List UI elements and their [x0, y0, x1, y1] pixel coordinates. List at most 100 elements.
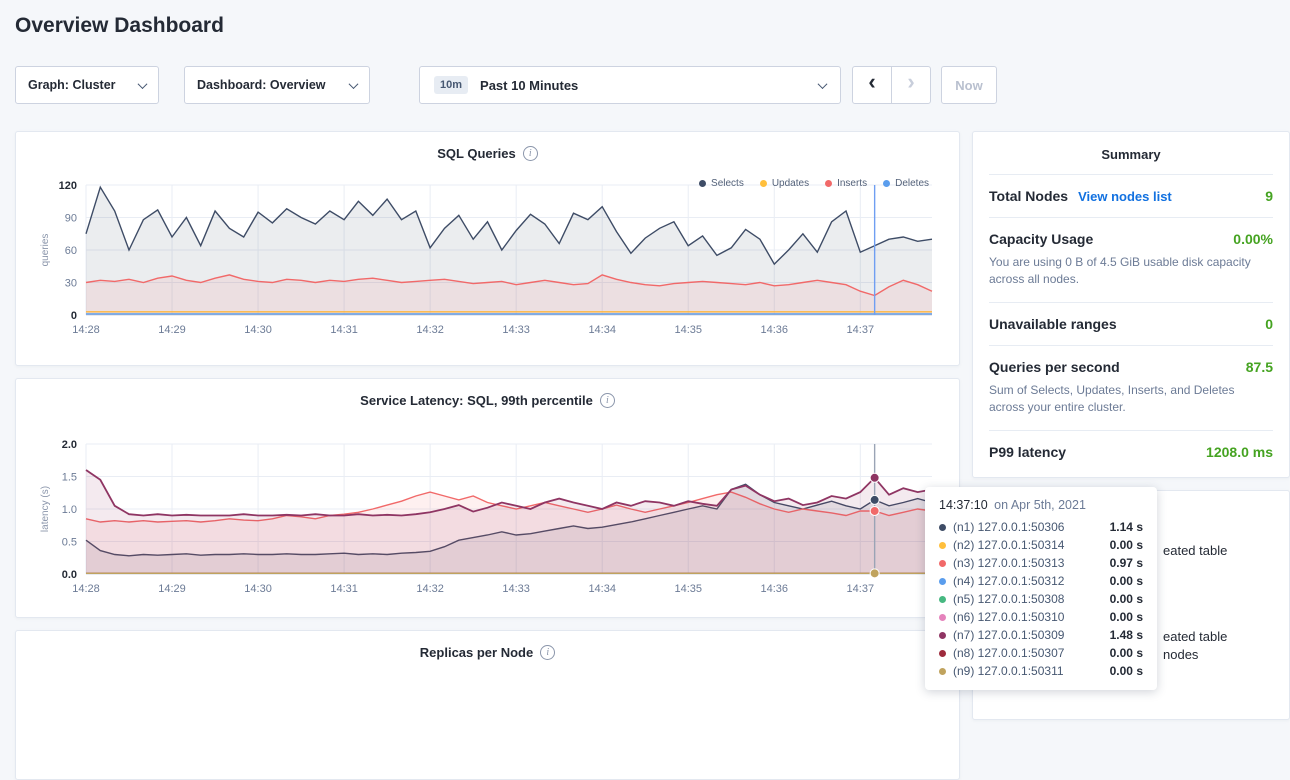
- summary-row-value: 0: [1265, 316, 1273, 332]
- y-axis-tick: 120: [59, 180, 77, 192]
- event-text-fragment[interactable]: nodes: [1163, 647, 1198, 662]
- node-color-dot-icon: [939, 614, 946, 621]
- tooltip-node-label: (n7) 127.0.0.1:50309: [953, 628, 1064, 642]
- tooltip-node-label: (n8) 127.0.0.1:50307: [953, 646, 1064, 660]
- tooltip-row: (n8) 127.0.0.1:50307 0.00 s: [939, 646, 1143, 660]
- node-color-dot-icon: [939, 650, 946, 657]
- legend-dot-icon: [699, 180, 706, 187]
- y-axis-tick: 1.5: [62, 472, 77, 484]
- charts-column: SQL Queries i Selects Updates Inserts Delet…: [15, 131, 960, 780]
- x-axis-tick: 14:37: [847, 324, 875, 336]
- crosshair-dot-icon: [870, 569, 879, 578]
- info-icon[interactable]: i: [600, 393, 615, 408]
- time-range-label: Past 10 Minutes: [480, 78, 578, 93]
- crosshair-dot-icon: [870, 495, 879, 504]
- legend-dot-icon: [883, 180, 890, 187]
- summary-row-label: Capacity Usage: [989, 231, 1093, 247]
- crosshair-dot-icon: [870, 473, 879, 482]
- node-color-dot-icon: [939, 524, 946, 531]
- tooltip-row: (n5) 127.0.0.1:50308 0.00 s: [939, 592, 1143, 606]
- time-prev-button[interactable]: ‹: [852, 66, 892, 104]
- summary-row-line: Capacity Usage 0.00%: [989, 231, 1273, 247]
- x-axis-tick: 14:35: [674, 324, 702, 336]
- event-text-fragment[interactable]: eated table: [1163, 629, 1227, 644]
- legend-item: Deletes: [883, 178, 929, 189]
- tooltip-header: 14:37:10 on Apr 5th, 2021: [939, 498, 1143, 512]
- info-icon[interactable]: i: [540, 645, 555, 660]
- dashboard-dropdown[interactable]: Dashboard: Overview: [184, 66, 370, 104]
- chart-head: Service Latency: SQL, 99th percentile i: [16, 379, 959, 408]
- summary-row-label: Unavailable ranges: [989, 316, 1117, 332]
- legend-dot-icon: [825, 180, 832, 187]
- summary-row-line: Queries per second87.5: [989, 359, 1273, 375]
- service-latency-chart[interactable]: 14:2814:2914:3014:3114:3214:3314:3414:35…: [20, 434, 955, 602]
- event-text-fragment[interactable]: eated table: [1163, 543, 1227, 558]
- now-button[interactable]: Now: [941, 66, 997, 104]
- tooltip-row: (n9) 127.0.0.1:503110.00 s: [939, 664, 1143, 678]
- time-next-button[interactable]: ›: [891, 66, 931, 104]
- node-color-dot-icon: [939, 578, 946, 585]
- tooltip-node-value: 0.00 s: [1110, 610, 1143, 624]
- tooltip-node-label: (n9) 127.0.0.1:50311: [953, 664, 1064, 678]
- y-axis-label: latency (s): [40, 486, 51, 532]
- summary-row-value: 1208.0 ms: [1206, 444, 1273, 460]
- node-color-dot-icon: [939, 560, 946, 567]
- tooltip-node-label: (n6) 127.0.0.1:50310: [953, 610, 1064, 624]
- legend-dot-icon: [760, 180, 767, 187]
- graph-dropdown-label: Graph: Cluster: [28, 78, 116, 92]
- tooltip-row: (n2) 127.0.0.1:503140.00 s: [939, 538, 1143, 552]
- summary-row-label: P99 latency: [989, 444, 1066, 460]
- summary-row: P99 latency 1208.0 ms: [989, 430, 1273, 473]
- x-axis-tick: 14:36: [761, 583, 789, 595]
- tooltip-row: (n1) 127.0.0.1:503061.14 s: [939, 520, 1143, 534]
- chart-title: Replicas per Node: [420, 645, 533, 660]
- tooltip-rows: (n1) 127.0.0.1:503061.14 s (n2) 127.0.0.1…: [939, 520, 1143, 678]
- chevron-down-icon: [349, 79, 359, 89]
- summary-rows: Total NodesView nodes list9 Capacity Usag…: [989, 174, 1273, 473]
- summary-row: Queries per second87.5Sum of Selects, Up…: [989, 345, 1273, 430]
- tooltip-node-label: (n1) 127.0.0.1:50306: [953, 520, 1064, 534]
- legend-label: Selects: [711, 178, 744, 189]
- summary-row-line: Unavailable ranges 0: [989, 316, 1273, 332]
- x-axis-tick: 14:33: [502, 324, 530, 336]
- summary-row-value: 0.00%: [1233, 231, 1273, 247]
- tooltip-row: (n7) 127.0.0.1:503091.48 s: [939, 628, 1143, 642]
- chevron-left-icon: ‹: [868, 71, 875, 93]
- sql-queries-chart[interactable]: 14:2814:2914:3014:3114:3214:3314:3414:35…: [20, 175, 955, 343]
- summary-row-line: P99 latency 1208.0 ms: [989, 444, 1273, 460]
- y-axis-tick: 60: [65, 245, 77, 257]
- chart-head: SQL Queries i: [16, 132, 959, 161]
- node-color-dot-icon: [939, 596, 946, 603]
- tooltip-node-label: (n5) 127.0.0.1:50308: [953, 592, 1064, 606]
- x-axis-tick: 14:31: [330, 583, 358, 595]
- summary-row-line: Total NodesView nodes list9: [989, 188, 1273, 204]
- graph-dropdown[interactable]: Graph: Cluster: [15, 66, 159, 104]
- chart-legend: Selects Updates Inserts Deletes: [699, 178, 929, 189]
- tooltip-node-value: 0.00 s: [1110, 574, 1143, 588]
- y-axis-tick: 1.0: [62, 504, 77, 516]
- summary-row-value: 87.5: [1246, 359, 1273, 375]
- view-nodes-list-link[interactable]: View nodes list: [1078, 189, 1172, 204]
- summary-row-description: You are using 0 B of 4.5 GiB usable disk…: [989, 254, 1273, 289]
- sql-queries-chart-panel: SQL Queries i Selects Updates Inserts Delet…: [15, 131, 960, 366]
- y-axis-tick: 0: [71, 310, 77, 322]
- legend-item: Inserts: [825, 178, 867, 189]
- x-axis-tick: 14:35: [674, 583, 702, 595]
- tooltip-node-value: 0.00 s: [1110, 646, 1143, 660]
- x-axis-tick: 14:32: [416, 324, 444, 336]
- time-pager: ‹ ›: [852, 66, 931, 104]
- tooltip-node-label: (n2) 127.0.0.1:50314: [953, 538, 1064, 552]
- service-latency-chart-panel: Service Latency: SQL, 99th percentile i …: [15, 378, 960, 618]
- x-axis-tick: 14:31: [330, 324, 358, 336]
- y-axis-tick: 90: [65, 213, 77, 225]
- dashboard-dropdown-label: Dashboard: Overview: [197, 78, 326, 92]
- y-axis-tick: 2.0: [62, 439, 77, 451]
- tooltip-node-label: (n4) 127.0.0.1:50312: [953, 574, 1064, 588]
- legend-label: Updates: [772, 178, 809, 189]
- info-icon[interactable]: i: [523, 146, 538, 161]
- time-range-dropdown[interactable]: 10m Past 10 Minutes: [419, 66, 841, 104]
- summary-title: Summary: [989, 132, 1273, 174]
- chevron-down-icon: [138, 79, 148, 89]
- legend-item: Selects: [699, 178, 744, 189]
- tooltip-node-value: 0.00 s: [1110, 592, 1143, 606]
